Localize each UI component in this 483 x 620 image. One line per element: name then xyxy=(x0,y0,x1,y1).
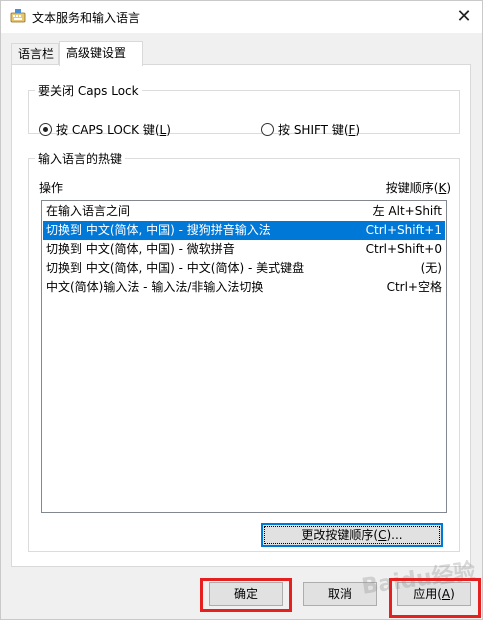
keyboard-settings-icon xyxy=(10,9,26,23)
apply-button[interactable]: 应用(A) xyxy=(397,582,471,606)
capslock-group-legend: 要关闭 Caps Lock xyxy=(38,84,139,98)
list-item[interactable]: 切换到 中文(简体, 中国) - 微软拼音 Ctrl+Shift+0 xyxy=(43,240,445,259)
hotkeys-group-legend: 输入语言的热键 xyxy=(38,152,123,166)
tab-panel-advanced: 要关闭 Caps Lock 按 CAPS LOCK 键(L) 按 SHIFT 键… xyxy=(11,64,471,567)
list-item-keys: Ctrl+Shift+0 xyxy=(365,242,442,256)
list-item-action: 在输入语言之间 xyxy=(46,204,131,218)
window-title: 文本服务和输入语言 xyxy=(32,11,141,25)
list-item-keys: Ctrl+Shift+1 xyxy=(365,223,442,237)
tab-advanced-key-settings[interactable]: 高级键设置 xyxy=(59,41,143,66)
capslock-group: 要关闭 Caps Lock 按 CAPS LOCK 键(L) 按 SHIFT 键… xyxy=(28,82,460,137)
radio-shift-key[interactable]: 按 SHIFT 键(F) xyxy=(261,121,360,138)
list-item[interactable]: 切换到 中文(简体, 中国) - 中文(简体) - 美式键盘 (无) xyxy=(43,259,445,278)
list-item[interactable]: 在输入语言之间 左 Alt+Shift xyxy=(43,202,445,221)
close-button[interactable]: ✕ xyxy=(446,1,482,31)
radio-capslock-key[interactable]: 按 CAPS LOCK 键(L) xyxy=(39,121,171,138)
tab-language-bar[interactable]: 语言栏 xyxy=(11,43,59,65)
list-item[interactable]: 中文(简体)输入法 - 输入法/非输入法切换 Ctrl+空格 xyxy=(43,278,445,297)
list-item-selected[interactable]: 切换到 中文(简体, 中国) - 搜狗拼音输入法 Ctrl+Shift+1 xyxy=(43,221,445,240)
hotkey-list[interactable]: 在输入语言之间 左 Alt+Shift 切换到 中文(简体, 中国) - 搜狗拼… xyxy=(41,200,447,513)
radio-indicator xyxy=(261,123,274,136)
radio-label: 按 CAPS LOCK 键(L) xyxy=(56,123,171,137)
cancel-button[interactable]: 取消 xyxy=(303,582,377,606)
hotkeys-group: 输入语言的热键 操作 按键顺序(K) 在输入语言之间 左 Alt+Shift 切… xyxy=(28,150,460,552)
change-key-sequence-button[interactable]: 更改按键顺序(C)... xyxy=(261,523,443,547)
column-header-key-sequence: 按键顺序(K) xyxy=(385,181,451,195)
radio-indicator xyxy=(39,123,52,136)
list-item-keys: (无) xyxy=(420,261,442,275)
list-item-action: 切换到 中文(简体, 中国) - 微软拼音 xyxy=(46,242,235,256)
list-item-action: 切换到 中文(简体, 中国) - 搜狗拼音输入法 xyxy=(46,223,271,237)
column-header-action: 操作 xyxy=(39,181,64,195)
list-item-keys: 左 Alt+Shift xyxy=(372,204,442,218)
list-item-keys: Ctrl+空格 xyxy=(386,280,442,294)
list-item-action: 切换到 中文(简体, 中国) - 中文(简体) - 美式键盘 xyxy=(46,261,305,275)
ok-button[interactable]: 确定 xyxy=(209,582,283,606)
dialog-window: 文本服务和输入语言 ✕ 语言栏 高级键设置 要关闭 Caps Lock 按 CA… xyxy=(0,0,483,620)
title-bar: 文本服务和输入语言 ✕ xyxy=(1,1,482,33)
radio-label: 按 SHIFT 键(F) xyxy=(278,123,361,137)
list-item-action: 中文(简体)输入法 - 输入法/非输入法切换 xyxy=(46,280,264,294)
close-icon: ✕ xyxy=(456,5,472,27)
